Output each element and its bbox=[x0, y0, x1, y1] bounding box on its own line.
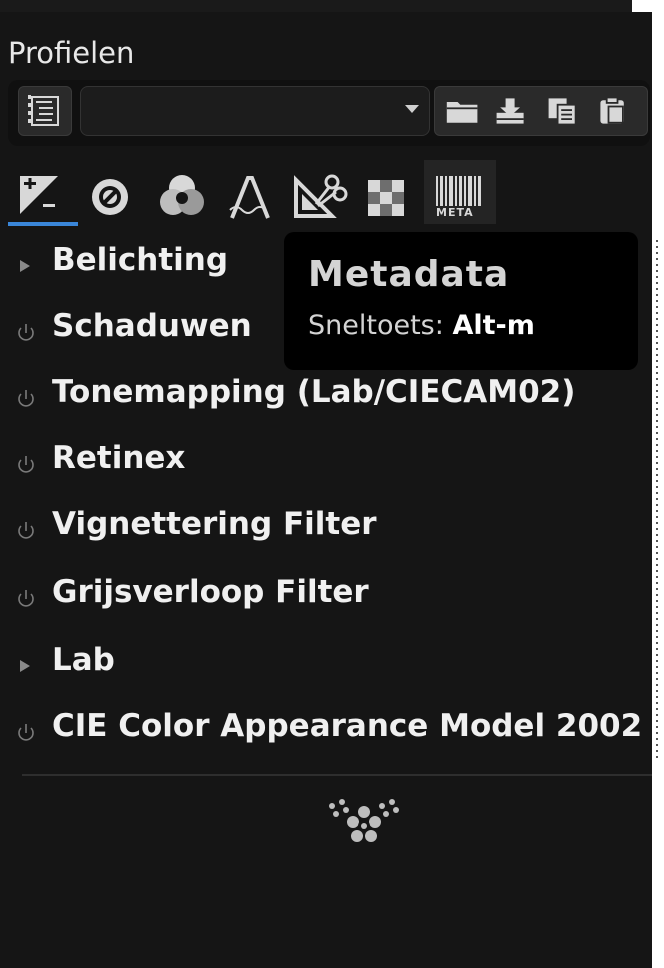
list-item-retinex[interactable]: Retinex bbox=[0, 434, 652, 494]
list-icon bbox=[28, 95, 59, 126]
panel-resize-handle[interactable] bbox=[656, 240, 658, 760]
save-download-icon[interactable] bbox=[493, 95, 529, 127]
profile-tools bbox=[434, 86, 648, 136]
list-item-label: Belichting bbox=[52, 242, 229, 278]
power-icon[interactable] bbox=[14, 718, 38, 746]
profiles-title: Profielen bbox=[8, 36, 135, 70]
list-item-tonemapping[interactable]: Tonemapping (Lab/CIECAM02) bbox=[0, 368, 652, 428]
profile-list-button[interactable] bbox=[18, 86, 72, 136]
tab-transform[interactable] bbox=[292, 170, 348, 224]
list-end-divider bbox=[22, 774, 652, 776]
list-item-label: Vignettering Filter bbox=[52, 506, 377, 542]
tab-raw[interactable] bbox=[364, 170, 414, 224]
power-icon[interactable] bbox=[14, 516, 38, 544]
list-item-lab[interactable]: Lab bbox=[0, 636, 652, 696]
top-border bbox=[0, 0, 664, 12]
list-item-label: Retinex bbox=[52, 440, 186, 476]
list-item-label: Grijsverloop Filter bbox=[52, 574, 369, 610]
tool-tabs: META bbox=[0, 160, 652, 232]
color-circles-icon bbox=[160, 175, 204, 215]
list-item-label: Schaduwen bbox=[52, 308, 252, 344]
list-item-grijsverloop[interactable]: Grijsverloop Filter bbox=[0, 568, 652, 628]
copy-icon[interactable] bbox=[545, 95, 581, 127]
list-item-label: Lab bbox=[52, 642, 115, 678]
expander-arrow-icon[interactable] bbox=[14, 252, 38, 280]
tooltip-shortcut-label: Sneltoets: bbox=[308, 310, 444, 341]
open-folder-icon[interactable] bbox=[445, 95, 481, 127]
chevron-down-icon bbox=[405, 105, 419, 113]
tab-advanced[interactable] bbox=[226, 170, 276, 224]
lens-detail-icon bbox=[92, 179, 128, 215]
wavelet-a-icon bbox=[229, 176, 270, 219]
tooltip-title: Metadata bbox=[308, 254, 510, 295]
power-icon[interactable] bbox=[14, 318, 38, 346]
exposure-icon bbox=[20, 176, 58, 214]
power-icon[interactable] bbox=[14, 450, 38, 478]
active-tab-indicator bbox=[8, 222, 78, 226]
power-icon[interactable] bbox=[14, 584, 38, 612]
power-icon[interactable] bbox=[14, 384, 38, 412]
tab-detail[interactable] bbox=[88, 170, 138, 224]
tab-exposure[interactable] bbox=[16, 170, 66, 224]
right-edge bbox=[652, 12, 664, 968]
metadata-tooltip: Metadata Sneltoets: Alt-m bbox=[284, 232, 638, 370]
tab-color[interactable] bbox=[158, 170, 208, 224]
tooltip-shortcut-key: Alt-m bbox=[452, 310, 535, 341]
list-item-vignettering[interactable]: Vignettering Filter bbox=[0, 500, 652, 560]
transform-scissors-icon bbox=[294, 174, 348, 218]
metadata-tab-label: META bbox=[436, 206, 474, 219]
flower-ornament-icon bbox=[329, 799, 399, 842]
list-item-label: CIE Color Appearance Model 2002 bbox=[52, 708, 643, 744]
list-item-ciecam[interactable]: CIE Color Appearance Model 2002 bbox=[0, 702, 652, 762]
list-item-label: Tonemapping (Lab/CIECAM02) bbox=[52, 374, 576, 410]
profile-toolbar bbox=[8, 80, 650, 146]
tab-metadata[interactable]: META bbox=[432, 170, 482, 224]
expander-arrow-icon[interactable] bbox=[14, 652, 38, 680]
profile-select[interactable] bbox=[80, 86, 430, 136]
tooltip-shortcut: Sneltoets: Alt-m bbox=[308, 310, 535, 341]
paste-icon[interactable] bbox=[595, 95, 631, 127]
raw-checker-icon bbox=[368, 180, 404, 216]
